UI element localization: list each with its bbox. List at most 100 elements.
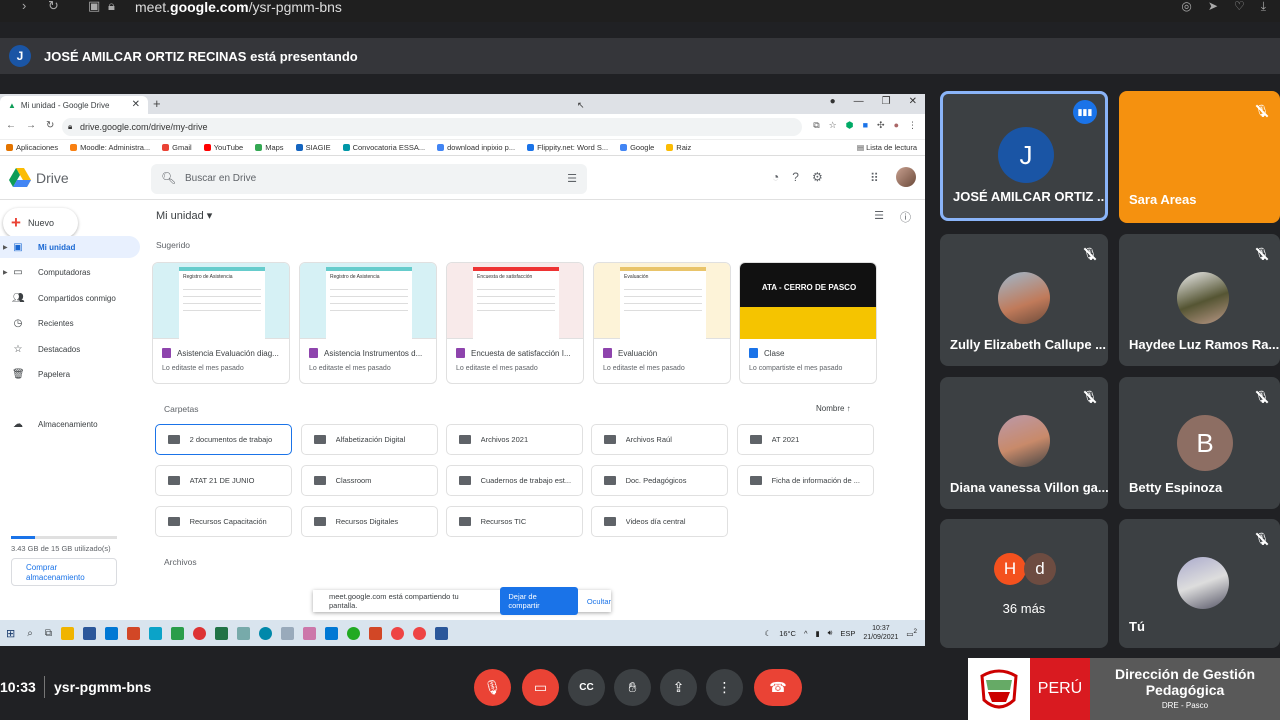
new-tab-icon[interactable]: + <box>153 96 161 111</box>
forward-icon[interactable]: › <box>22 0 26 12</box>
reading-list[interactable]: ▤ Lista de lectura <box>857 143 917 152</box>
list-view-icon[interactable]: ☰ <box>874 209 884 225</box>
app-icon[interactable] <box>302 626 316 640</box>
notifications-icon[interactable]: ▭2 <box>906 628 917 639</box>
outer-url[interactable]: meet.google.com/ysr-pgmm-bns <box>135 0 342 14</box>
app-icon[interactable] <box>346 626 360 640</box>
reload-icon[interactable]: ↻ <box>48 0 59 12</box>
network-icon[interactable]: ▮ <box>815 629 819 638</box>
app-icon[interactable] <box>170 626 184 640</box>
folder-item[interactable]: Ficha de información de ... <box>737 465 874 496</box>
app-icon[interactable] <box>236 626 250 640</box>
sidebar-item-starred[interactable]: ☆ Destacados <box>0 338 140 360</box>
puzzle-icon[interactable]: ✣ <box>877 120 885 131</box>
excel-icon[interactable] <box>214 626 228 640</box>
folder-item[interactable]: Recursos Digitales <box>301 506 438 537</box>
apps-grid-icon[interactable]: ⠿ <box>870 171 879 185</box>
language[interactable]: ESP <box>840 629 855 638</box>
offline-icon[interactable]: ◔ <box>772 170 779 184</box>
sidebar-item-recent[interactable]: ◷ Recientes <box>0 312 140 334</box>
app-icon[interactable] <box>258 626 272 640</box>
record-icon[interactable]: ● <box>830 96 836 107</box>
back-icon[interactable]: ← <box>6 120 16 131</box>
mic-toggle-button[interactable]: 🎙︎ <box>474 669 511 706</box>
folder-item[interactable]: ATAT 21 DE JUNIO <box>155 465 292 496</box>
stop-sharing-button[interactable]: Dejar de compartir <box>500 587 578 615</box>
app-icon[interactable] <box>368 626 382 640</box>
chrome-icon[interactable] <box>412 626 426 640</box>
participant-tile[interactable]: Diana vanessa Villon ga... 🎙︎ <box>940 377 1108 509</box>
folder-item[interactable]: Recursos TIC <box>446 506 583 537</box>
end-call-button[interactable]: ☎︎ <box>754 669 802 706</box>
meeting-code[interactable]: ysr-pgmm-bns <box>54 679 151 695</box>
word-icon[interactable] <box>82 626 96 640</box>
bookmark-download[interactable]: download inpixio p... <box>437 143 515 152</box>
user-avatar[interactable] <box>896 167 916 187</box>
bookmark-google[interactable]: Google <box>620 143 654 152</box>
powerpoint-icon[interactable] <box>126 626 140 640</box>
captions-button[interactable]: CC <box>568 669 605 706</box>
folder-item[interactable]: Archivos 2021 <box>446 424 583 455</box>
close-tab-icon[interactable]: ✕ <box>132 99 140 110</box>
info-icon[interactable]: ⓘ <box>900 209 911 225</box>
taskbar-search-icon[interactable]: ⌕ <box>27 628 33 639</box>
bookmark-convocatoria[interactable]: Convocatoria ESSA... <box>342 143 425 152</box>
search-options-icon[interactable]: ☰ <box>567 172 577 185</box>
sort-button[interactable]: Nombre ↑ <box>816 404 851 413</box>
hide-notice-button[interactable]: Ocultar <box>587 597 611 606</box>
app-icon[interactable] <box>280 626 294 640</box>
bookmark-moodle[interactable]: Moodle: Administra... <box>70 143 150 152</box>
folder-item[interactable]: Classroom <box>301 465 438 496</box>
folder-item[interactable]: Archivos Raúl <box>591 424 728 455</box>
participant-tile[interactable]: Sara Areas 🎙︎ <box>1119 91 1280 223</box>
download-icon[interactable]: ⤓ <box>1261 0 1266 12</box>
install-icon[interactable]: ⧉ <box>813 120 819 131</box>
menu-icon[interactable]: ⋮ <box>908 120 917 131</box>
bookmark-maps[interactable]: Maps <box>255 143 284 152</box>
suggested-card[interactable]: ATA - CERRO DE PASCO Clase Lo compartiste … <box>739 262 877 384</box>
maximize-icon[interactable]: ❐ <box>882 96 891 107</box>
raise-hand-button[interactable]: ✋︎ <box>614 669 651 706</box>
participant-tile[interactable]: J JOSÉ AMILCAR ORTIZ ... ▮▮▮ <box>940 91 1108 221</box>
buy-storage-button[interactable]: Comprar almacenamiento <box>11 558 117 586</box>
bookmark-flippity[interactable]: Flippity.net: Word S... <box>527 143 608 152</box>
folder-item[interactable]: AT 2021 <box>737 424 874 455</box>
minimize-icon[interactable]: — <box>854 96 864 107</box>
send-icon[interactable]: ➤ <box>1208 0 1218 12</box>
new-button[interactable]: + Nuevo <box>3 208 78 238</box>
extension-icon-1[interactable]: ⬢ <box>846 120 854 131</box>
help-icon[interactable]: ? <box>792 170 799 184</box>
task-view-icon[interactable]: ⧉ <box>45 628 52 639</box>
bookmark-youtube[interactable]: YouTube <box>203 143 243 152</box>
clock[interactable]: 10:37 21/09/2021 <box>863 624 898 642</box>
participant-tile[interactable]: Tú 🎙︎ <box>1119 519 1280 648</box>
file-explorer-icon[interactable] <box>60 626 74 640</box>
suggested-card[interactable]: Encuesta de satisfacción Encuesta de sati… <box>446 262 584 384</box>
chrome-icon[interactable] <box>192 626 206 640</box>
tray-arrow-icon[interactable]: ^ <box>804 629 808 638</box>
sidebar-item-storage[interactable]: ☁ Almacenamiento <box>0 413 140 435</box>
chrome-icon[interactable] <box>390 626 404 640</box>
folder-item[interactable]: 2 documentos de trabajo <box>155 424 292 455</box>
close-window-icon[interactable]: ✕ <box>909 96 917 107</box>
sidebar-item-my-drive[interactable]: ▶ ▣ Mi unidad <box>0 236 140 258</box>
tab-drive[interactable]: ▲ Mi unidad - Google Drive ✕ <box>0 96 148 114</box>
drive-search[interactable]: 🔍︎ Buscar en Drive ☰ <box>151 164 587 194</box>
sidebar-item-shared-with-me[interactable]: 👥︎ Compartidos conmigo <box>0 287 140 309</box>
windows-start-icon[interactable]: ⊞ <box>6 627 15 640</box>
address-bar[interactable]: 🔒︎ drive.google.com/drive/my-drive <box>62 118 802 136</box>
settings-icon[interactable]: ⚙ <box>812 170 823 184</box>
sidebar-item-trash[interactable]: 🗑︎ Papelera <box>0 363 140 385</box>
folder-item[interactable]: Alfabetización Digital <box>301 424 438 455</box>
my-drive-dropdown[interactable]: Mi unidad ▾ <box>156 209 212 222</box>
extension-icon-2[interactable]: ■ <box>863 120 868 131</box>
suggested-card[interactable]: Evaluación Evaluación Lo editaste el mes p… <box>593 262 731 384</box>
suggested-card[interactable]: Registro de Asistencia Asistencia Instrum… <box>299 262 437 384</box>
heart-icon[interactable]: ♡ <box>1234 0 1245 12</box>
weather-icon[interactable]: ☾ <box>764 629 771 638</box>
participant-tile[interactable]: Haydee Luz Ramos Ra... 🎙︎ <box>1119 234 1280 366</box>
folder-item[interactable]: Doc. Pedagógicos <box>591 465 728 496</box>
folder-item[interactable]: Cuadernos de trabajo est... <box>446 465 583 496</box>
expand-caret-icon[interactable]: ▶ <box>3 244 8 251</box>
participant-tile[interactable]: Zully Elizabeth Callupe ... 🎙︎ <box>940 234 1108 366</box>
